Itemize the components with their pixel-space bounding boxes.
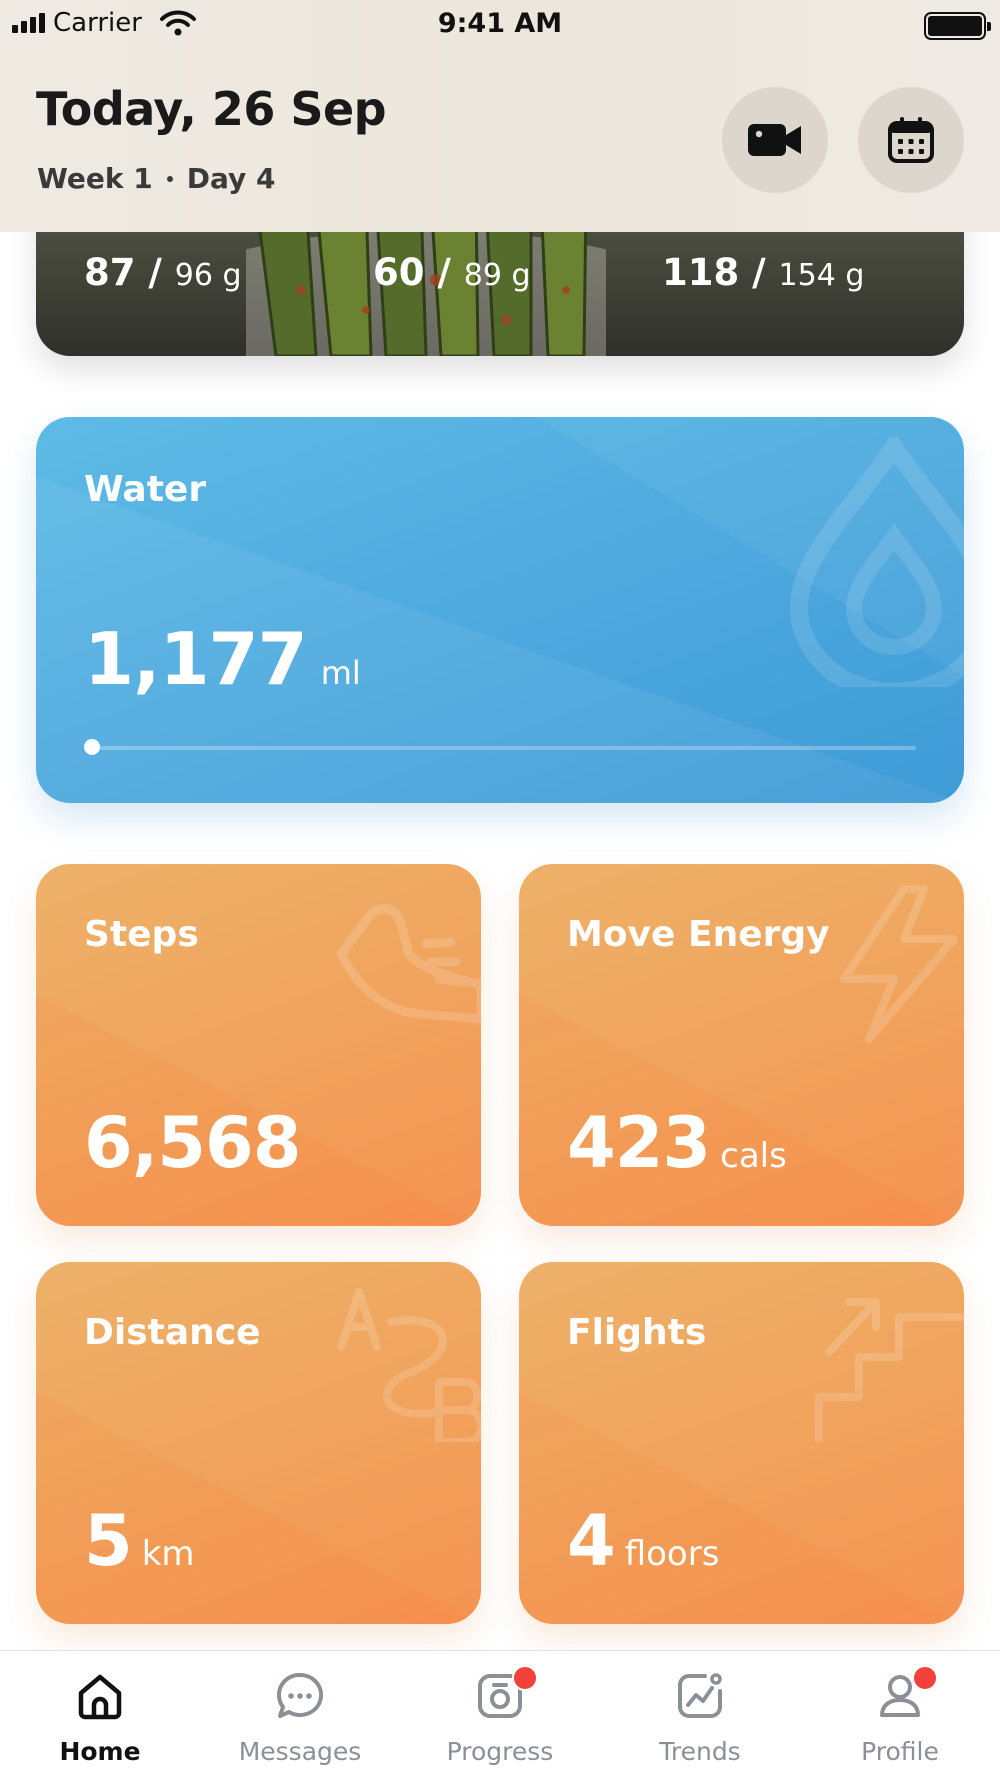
distance-amount: 5 xyxy=(84,1500,133,1582)
chat-bubble-icon xyxy=(277,1672,324,1718)
flights-card[interactable]: Flights 4 floors xyxy=(519,1262,964,1624)
trend-chart-icon xyxy=(678,1673,722,1718)
macro-value: 118 xyxy=(662,251,740,294)
water-unit: ml xyxy=(320,654,361,692)
distance-value: 5 km xyxy=(84,1500,195,1582)
video-call-button[interactable] xyxy=(722,87,828,193)
macro-value: 60 xyxy=(373,251,425,294)
separator-dot xyxy=(166,175,173,182)
a-to-b-route-icon xyxy=(337,1288,481,1442)
lightning-icon xyxy=(840,885,958,1043)
tab-profile[interactable]: Profile xyxy=(800,1651,1000,1778)
flights-title: Flights xyxy=(567,1312,707,1353)
steps-title: Steps xyxy=(84,914,199,955)
move-energy-unit: cals xyxy=(720,1136,787,1176)
steps-card[interactable]: Steps 6,568 xyxy=(36,864,481,1226)
week-day-subtitle: Week 1 Day 4 xyxy=(37,162,275,195)
header: Carrier 9:41 AM Today, 26 Sep Week 1 Day… xyxy=(0,0,1000,232)
macro-value: 87 xyxy=(84,251,136,294)
tab-label: Home xyxy=(59,1737,141,1766)
stairs-icon xyxy=(815,1298,964,1442)
tab-messages[interactable]: Messages xyxy=(200,1651,400,1778)
flights-amount: 4 xyxy=(567,1500,616,1582)
tab-progress[interactable]: Progress xyxy=(400,1651,600,1778)
sneaker-icon xyxy=(336,904,481,1024)
move-energy-value: 423 cals xyxy=(567,1102,787,1184)
distance-unit: km xyxy=(141,1534,195,1574)
calendar-button[interactable] xyxy=(858,87,964,193)
water-amount: 1,177 xyxy=(84,617,308,701)
status-time: 9:41 AM xyxy=(437,8,563,39)
tab-label: Trends xyxy=(659,1737,741,1766)
tab-label: Progress xyxy=(446,1737,554,1766)
calendar-icon xyxy=(888,117,934,163)
week-label: Week 1 xyxy=(37,162,153,195)
macro-target: 96 g xyxy=(174,258,242,293)
tab-label: Messages xyxy=(238,1737,362,1766)
macro-target: 154 g xyxy=(778,258,865,293)
move-energy-card[interactable]: Move Energy 423 cals xyxy=(519,864,964,1226)
status-bar: Carrier 9:41 AM xyxy=(0,0,1000,50)
notification-badge xyxy=(912,1665,938,1691)
flights-value: 4 floors xyxy=(567,1500,719,1582)
tab-trends[interactable]: Trends xyxy=(600,1651,800,1778)
distance-title: Distance xyxy=(84,1312,261,1353)
day-label: Day 4 xyxy=(186,162,276,195)
distance-card[interactable]: Distance 5 km xyxy=(36,1262,481,1624)
water-title: Water xyxy=(84,469,207,510)
tab-label: Profile xyxy=(861,1737,939,1766)
steps-value: 6,568 xyxy=(84,1102,301,1184)
water-drop-icon xyxy=(789,437,964,687)
tab-bar: Home Messages Progress Trends Profile xyxy=(0,1650,1000,1778)
notification-badge xyxy=(512,1665,538,1691)
move-energy-title: Move Energy xyxy=(567,914,830,955)
home-icon xyxy=(78,1674,122,1720)
battery-icon xyxy=(924,12,991,40)
page-title: Today, 26 Sep xyxy=(36,82,387,136)
tab-home[interactable]: Home xyxy=(0,1651,200,1778)
water-value: 1,177 ml xyxy=(84,617,361,701)
macro-target: 89 g xyxy=(463,258,531,293)
video-camera-icon xyxy=(748,124,801,156)
steps-count: 6,568 xyxy=(84,1102,301,1184)
water-progress-track[interactable] xyxy=(92,746,916,750)
move-energy-amount: 423 xyxy=(567,1102,711,1184)
water-card[interactable]: Water 1,177 ml xyxy=(36,417,964,803)
flights-unit: floors xyxy=(624,1534,720,1574)
water-progress-knob[interactable] xyxy=(84,739,100,755)
